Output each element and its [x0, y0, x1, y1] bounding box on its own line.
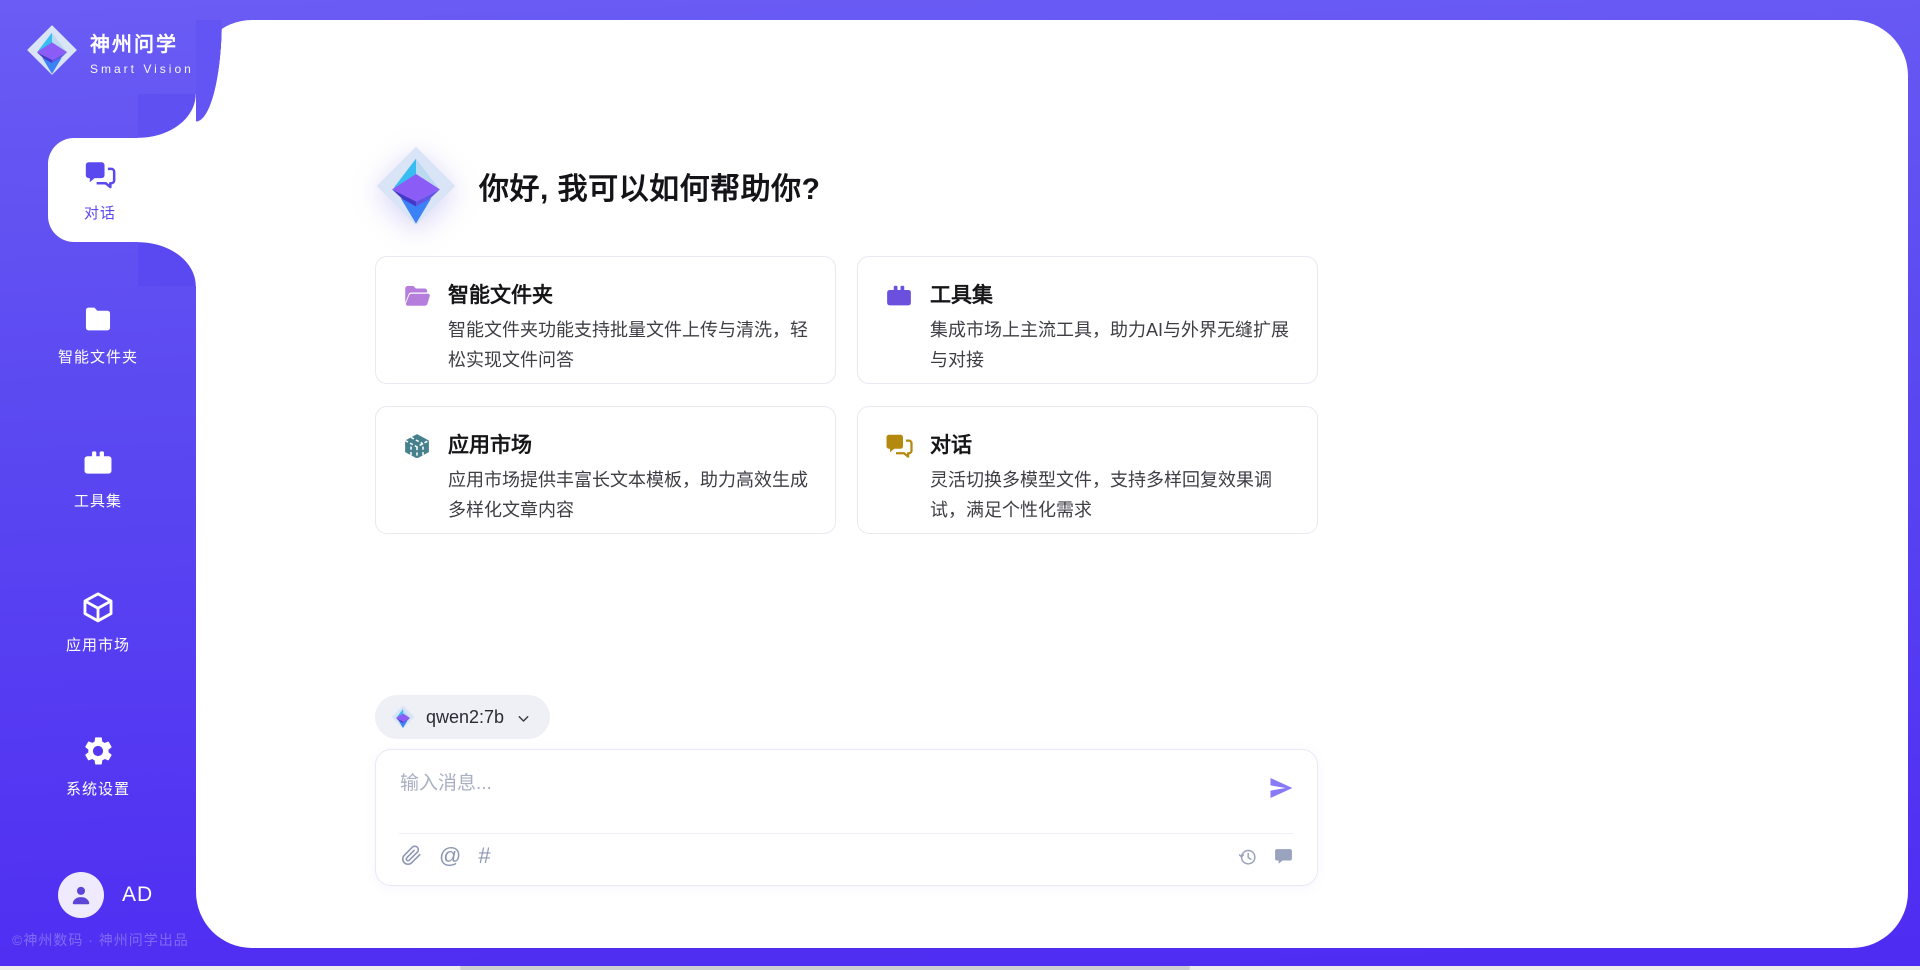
at-mention-icon[interactable]: @ [439, 845, 461, 866]
sidebar-item-settings[interactable]: 系统设置 [0, 714, 196, 818]
sidebar-item-smart-folder[interactable]: 智能文件夹 [0, 282, 196, 386]
tab-curve-top [138, 94, 196, 138]
send-icon[interactable] [1267, 774, 1295, 802]
sidebar-item-label: 工具集 [74, 490, 122, 511]
sidebar-item-app-market[interactable]: 应用市场 [0, 570, 196, 674]
composer-right-tools [1237, 846, 1294, 867]
gear-icon [81, 734, 115, 768]
card-title: 应用市场 [448, 429, 809, 459]
card-title: 智能文件夹 [448, 279, 809, 309]
cube-grid-icon [402, 431, 432, 461]
sidebar-item-label: 对话 [84, 202, 116, 223]
user-icon [68, 882, 94, 908]
feature-cards: 智能文件夹 智能文件夹功能支持批量文件上传与清洗，轻松实现文件问答 工具集 集成… [375, 256, 1318, 534]
sidebar-item-label: 系统设置 [66, 778, 130, 799]
greeting-logo-icon [375, 145, 457, 227]
chat-icon [884, 431, 914, 461]
card-title: 工具集 [930, 279, 1291, 309]
tab-curve-bottom [138, 242, 196, 286]
card-description: 智能文件夹功能支持批量文件上传与清洗，轻松实现文件问答 [448, 315, 809, 375]
brand: 神州问学 Smart Vision [26, 24, 194, 76]
sidebar-item-toolset[interactable]: 工具集 [0, 426, 196, 530]
toolbox-icon [884, 281, 914, 311]
folder-open-icon [402, 281, 432, 311]
card-description: 应用市场提供丰富长文本模板，助力高效生成多样化文章内容 [448, 465, 809, 525]
comment-icon[interactable] [1273, 846, 1294, 867]
history-icon[interactable] [1237, 846, 1258, 867]
model-selector[interactable]: qwen2:7b [375, 695, 550, 739]
message-composer: @ # [375, 749, 1318, 886]
brand-tagline: Smart Vision [90, 62, 194, 76]
user-label: AD [122, 883, 153, 907]
cube-icon [81, 590, 115, 624]
user-account[interactable]: AD [58, 872, 153, 918]
scrollbar-thumb[interactable] [460, 966, 1190, 970]
message-input[interactable] [400, 764, 1180, 804]
avatar[interactable] [58, 872, 104, 918]
card-description: 灵活切换多模型文件，支持多样回复效果调试，满足个性化需求 [930, 465, 1291, 525]
brand-name: 神州问学 [90, 28, 194, 57]
card-toolset[interactable]: 工具集 集成市场上主流工具，助力AI与外界无缝扩展与对接 [857, 256, 1318, 384]
chat-icon [83, 158, 117, 192]
model-name: qwen2:7b [426, 707, 504, 728]
card-description: 集成市场上主流工具，助力AI与外界无缝扩展与对接 [930, 315, 1291, 375]
composer-tools: @ # [401, 845, 491, 866]
toolbox-icon [81, 446, 115, 480]
sidebar-nav: 对话 智能文件夹 工具集 应用市场 系统设置 [0, 138, 196, 858]
brand-logo-icon [26, 24, 78, 76]
copyright: ©神州数码 · 神州问学出品 [12, 930, 189, 950]
sidebar-item-chat[interactable]: 对话 [48, 138, 196, 242]
card-app-market[interactable]: 应用市场 应用市场提供丰富长文本模板，助力高效生成多样化文章内容 [375, 406, 836, 534]
composer-divider [399, 833, 1294, 834]
card-chat[interactable]: 对话 灵活切换多模型文件，支持多样回复效果调试，满足个性化需求 [857, 406, 1318, 534]
chevron-down-icon [515, 710, 532, 727]
horizontal-scrollbar[interactable] [0, 966, 1920, 970]
sidebar-item-label: 应用市场 [66, 634, 130, 655]
hash-topic-icon[interactable]: # [478, 845, 490, 866]
card-title: 对话 [930, 429, 1291, 459]
sidebar: 神州问学 Smart Vision 对话 智能文件夹 工具集 应用市场 系统设置 [0, 0, 196, 966]
greeting-title: 你好, 我可以如何帮助你? [479, 164, 821, 208]
folder-icon [81, 302, 115, 336]
paperclip-icon[interactable] [401, 845, 422, 866]
card-smart-folder[interactable]: 智能文件夹 智能文件夹功能支持批量文件上传与清洗，轻松实现文件问答 [375, 256, 836, 384]
model-logo-icon [391, 705, 415, 729]
sidebar-item-label: 智能文件夹 [58, 346, 138, 367]
greeting: 你好, 我可以如何帮助你? [375, 145, 821, 227]
